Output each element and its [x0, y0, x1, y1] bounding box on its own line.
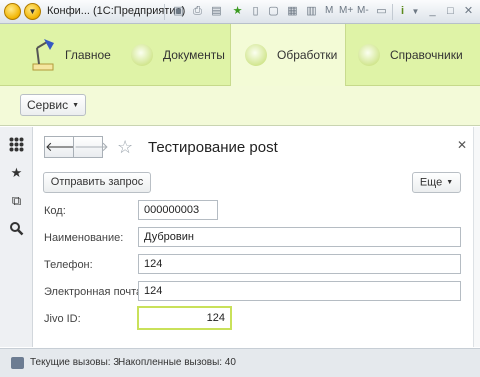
save-icon[interactable]: ▣ [171, 4, 186, 19]
tools-panel: ★ ⧉ [0, 127, 33, 347]
add-to-favorites-star-icon[interactable]: ☆ [117, 137, 133, 157]
favorites-star-icon[interactable]: ★ [9, 165, 24, 180]
status-bar: Текущие вызовы: 3 Накопленные вызовы: 40 [0, 348, 480, 377]
window-menu-icon[interactable]: ▭ [374, 4, 389, 19]
forward-button[interactable]: 🡒 [73, 136, 109, 158]
send-request-button[interactable]: Отправить запрос [43, 172, 151, 193]
main-menu-dropdown-icon[interactable]: ▼ [24, 3, 41, 20]
close-window-icon[interactable]: ✕ [461, 4, 476, 19]
code-label: Код: [44, 205, 66, 217]
back-button[interactable]: 🡐 [44, 136, 80, 158]
print-icon[interactable]: ⎙ [190, 4, 205, 19]
section-main[interactable]: Главное [65, 24, 111, 86]
titlebar-separator [392, 4, 393, 20]
email-field[interactable]: 124 [138, 281, 461, 301]
section-main-label: Главное [65, 48, 111, 62]
memory-plus-button[interactable]: M+ [339, 5, 353, 16]
service-menu-label: Сервис [26, 98, 69, 112]
memory-button[interactable]: M [325, 5, 333, 16]
jivo-id-label: Jivo ID: [44, 313, 81, 325]
form-title: Тестирование post [148, 139, 278, 156]
code-field[interactable]: 000000003 [138, 200, 218, 220]
documents-section-icon [131, 44, 153, 66]
email-label: Электронная почта: [44, 286, 146, 298]
favorites-star-icon[interactable]: ★ [230, 4, 245, 19]
phone-field[interactable]: 124 [138, 254, 461, 274]
name-field[interactable]: Дубровин [138, 227, 461, 247]
command-bar: Сервис ▼ [0, 86, 480, 126]
phone-label: Телефон: [44, 259, 93, 271]
history-icon[interactable]: ⧉ [9, 193, 24, 208]
service-menu-button[interactable]: Сервис ▼ [20, 94, 86, 116]
current-calls-text: Текущие вызовы: 3 [30, 357, 119, 368]
close-form-icon[interactable]: ✕ [457, 138, 467, 152]
main-section-lamp-icon[interactable] [27, 36, 59, 72]
catalogs-section-icon [358, 44, 380, 66]
all-functions-grid-icon[interactable] [9, 137, 24, 152]
memory-minus-button[interactable]: M- [357, 5, 369, 16]
jivo-id-field[interactable]: 124 [137, 306, 232, 330]
section-processing[interactable]: Обработки [230, 24, 346, 86]
calls-info-icon [11, 357, 24, 369]
section-catalogs[interactable]: Справочники [358, 24, 463, 86]
more-actions-label: Еще [419, 176, 443, 189]
section-documents-label: Документы [163, 48, 225, 62]
accumulated-calls-text: Накопленные вызовы: 40 [118, 357, 236, 368]
more-actions-button[interactable]: Еще ▼ [412, 172, 461, 193]
preview-icon[interactable]: ▤ [209, 4, 224, 19]
info-dropdown-icon[interactable]: ▼ [408, 4, 423, 19]
form-scrollbar[interactable] [473, 127, 480, 347]
section-processing-label: Обработки [277, 48, 338, 62]
app-logo-icon[interactable] [4, 3, 21, 20]
processing-section-icon [245, 44, 267, 66]
section-catalogs-label: Справочники [390, 48, 463, 62]
calculator-icon[interactable]: ▦ [285, 4, 300, 19]
chevron-down-icon: ▼ [446, 179, 454, 186]
history-icon[interactable]: ▯ [248, 4, 263, 19]
name-label: Наименование: [44, 232, 124, 244]
maximize-icon[interactable]: □ [443, 4, 458, 19]
section-documents[interactable]: Документы [131, 24, 225, 86]
minimize-icon[interactable]: _ [425, 4, 440, 19]
titlebar-separator [164, 4, 165, 20]
link-icon[interactable]: ▢ [266, 4, 281, 19]
arrow-right-icon: 🡒 [74, 139, 109, 154]
sections-panel: Главное Документы Обработки Справочники [0, 24, 480, 86]
search-icon[interactable] [9, 221, 24, 236]
chevron-down-icon: ▼ [72, 101, 80, 109]
window-titlebar: ▼ Конфи... (1С:Предприятие) ▣ ⎙ ▤ ★ ▯ ▢ … [0, 0, 480, 24]
calendar-icon[interactable]: ▥ [304, 4, 319, 19]
